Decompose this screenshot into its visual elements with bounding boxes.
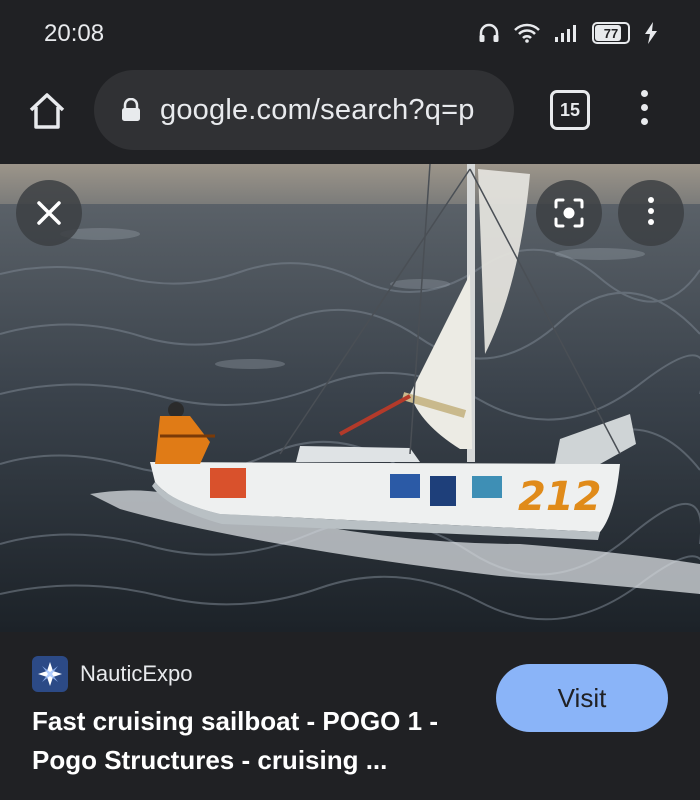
nauticexpo-favicon-icon <box>32 656 68 692</box>
tabs-icon[interactable]: 15 <box>550 90 590 130</box>
sailboat-photo: 212 <box>0 164 700 632</box>
result-title[interactable]: Fast cruising sailboat - POGO 1 - Pogo S… <box>32 702 482 780</box>
omnibox[interactable]: google.com/search?q=p <box>94 70 514 150</box>
overflow-menu-icon[interactable] <box>634 90 654 130</box>
source-name: NauticExpo <box>80 661 193 686</box>
source-row[interactable]: NauticExpo <box>32 656 193 692</box>
charging-bolt-icon <box>645 22 657 44</box>
image-preview[interactable]: 212 <box>0 164 700 632</box>
lens-icon[interactable] <box>536 180 602 246</box>
result-info: NauticExpo Fast cruising sailboat - POGO… <box>0 632 700 800</box>
url-text[interactable]: google.com/search?q=p <box>160 94 475 127</box>
battery-level: 77 <box>603 25 619 41</box>
browser-toolbar: google.com/search?q=p 15 <box>0 68 700 164</box>
tab-count: 15 <box>559 99 581 120</box>
wifi-icon <box>514 23 540 43</box>
home-icon[interactable] <box>26 90 68 132</box>
visit-button[interactable]: Visit <box>496 664 668 732</box>
status-bar: 20:08 77 <box>0 0 700 68</box>
status-icons: 77 <box>478 22 658 44</box>
status-time: 20:08 <box>44 20 105 47</box>
signal-icon <box>555 25 576 42</box>
more-options-icon[interactable] <box>618 180 684 246</box>
hull-number: 212 <box>518 474 602 520</box>
battery-icon: 77 <box>592 22 630 44</box>
close-icon[interactable] <box>16 180 82 246</box>
lock-icon[interactable] <box>120 98 142 122</box>
headphones-icon <box>479 23 499 42</box>
